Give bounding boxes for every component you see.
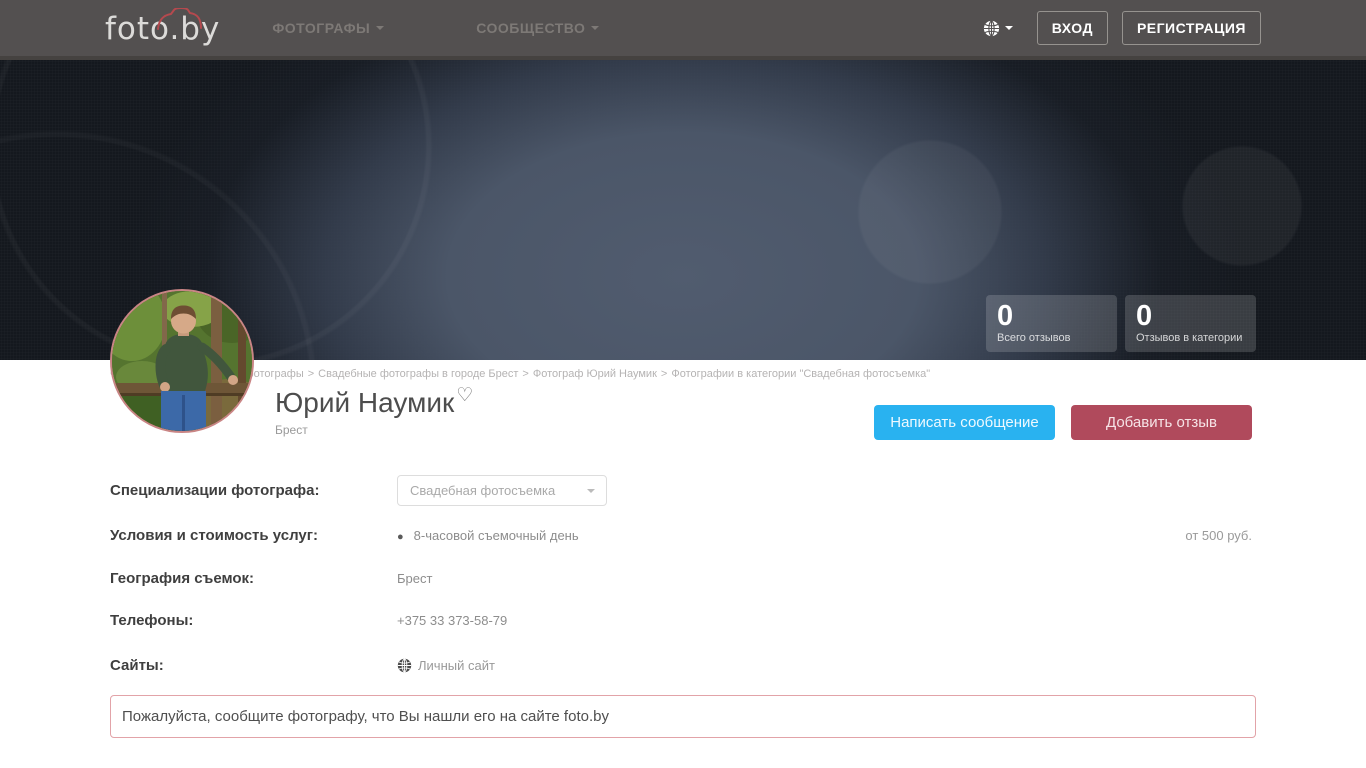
chevron-down-icon (591, 26, 599, 30)
profile-header: Юрий Наумик ♡ Брест Написать сообщение Д… (110, 387, 1256, 447)
menu-item-photographers[interactable]: ФОТОГРАФЫ (272, 20, 384, 36)
select-value: Свадебная фотосъемка (398, 476, 606, 505)
stat-label: Всего отзывов (997, 332, 1106, 344)
service-item: ● 8-часовой съемочный день (397, 527, 579, 546)
personal-site-link[interactable]: Личный сайт (397, 657, 495, 674)
login-button[interactable]: ВХОД (1037, 11, 1108, 45)
breadcrumb-item[interactable]: Фотограф Юрий Наумик (533, 368, 657, 380)
row-label: Сайты: (110, 657, 397, 675)
row-label: Телефоны: (110, 612, 397, 630)
chevron-down-icon (1005, 26, 1013, 30)
row-specializations: Специализации фотографа: Свадебная фотос… (110, 475, 1256, 506)
stat-value: 0 (997, 301, 1106, 331)
stat-total-reviews: 0 Всего отзывов (986, 295, 1117, 352)
row-label: География съемок: (110, 570, 397, 588)
main-content: Фотографы>Свадебные фотографы>Свадебные … (110, 360, 1256, 738)
service-price: от 500 руб. (1185, 527, 1256, 544)
profile-actions: Написать сообщение Добавить отзыв (874, 405, 1252, 440)
stat-label: Отзывов в категории (1136, 332, 1245, 344)
row-pricing: Условия и стоимость услуг: ● 8-часовой съ… (110, 527, 1256, 546)
camera-icon (157, 8, 203, 30)
service-name: 8-часовой съемочный день (414, 528, 579, 543)
breadcrumb-item[interactable]: Свадебные фотографы в городе Брест (318, 368, 518, 380)
chevron-down-icon (587, 489, 595, 493)
page-title: Юрий Наумик (275, 387, 454, 419)
geography-value: Брест (397, 570, 1256, 587)
avatar-photo (112, 291, 254, 433)
menu-item-community[interactable]: СООБЩЕСТВО (476, 20, 599, 36)
row-phones: Телефоны: +375 33 373-58-79 (110, 612, 1256, 630)
row-sites: Сайты: Личный сайт (110, 657, 1256, 677)
bullet-icon: ● (397, 531, 404, 543)
navbar-right: ВХОД РЕГИСТРАЦИЯ (983, 11, 1261, 45)
row-label: Условия и стоимость услуг: (110, 527, 397, 545)
favorite-heart-icon[interactable]: ♡ (456, 387, 473, 405)
breadcrumb-item-current: Фотографии в категории "Свадебная фотосъ… (671, 368, 930, 380)
specialization-select[interactable]: Свадебная фотосъемка (397, 475, 607, 506)
globe-icon (983, 20, 1000, 37)
stat-category-reviews: 0 Отзывов в категории (1125, 295, 1256, 352)
send-message-button[interactable]: Написать сообщение (874, 405, 1055, 440)
breadcrumb: Фотографы>Свадебные фотографы>Свадебные … (110, 368, 1256, 380)
globe-icon (397, 658, 412, 673)
breadcrumb-separator: > (522, 368, 528, 380)
breadcrumb-separator: > (661, 368, 667, 380)
row-label: Специализации фотографа: (110, 482, 397, 500)
row-geography: География съемок: Брест (110, 570, 1256, 588)
top-navbar: foto.by ФОТОГРАФЫ СООБЩЕСТВО (0, 0, 1366, 60)
breadcrumb-separator: > (308, 368, 314, 380)
add-review-button[interactable]: Добавить отзыв (1071, 405, 1252, 440)
phone-value: +375 33 373-58-79 (397, 612, 1256, 629)
main-menu: ФОТОГРАФЫ СООБЩЕСТВО (272, 20, 599, 36)
review-stats: 0 Всего отзывов 0 Отзывов в категории (986, 295, 1256, 352)
chevron-down-icon (376, 26, 384, 30)
notice-box: Пожалуйста, сообщите фотографу, что Вы н… (110, 695, 1256, 738)
profile-details: Специализации фотографа: Свадебная фотос… (110, 475, 1256, 677)
logo[interactable]: foto.by (105, 12, 220, 46)
site-link-label: Личный сайт (418, 657, 495, 674)
language-selector[interactable] (983, 20, 1013, 37)
menu-item-label: ФОТОГРАФЫ (272, 20, 370, 36)
avatar[interactable] (110, 289, 254, 433)
stat-value: 0 (1136, 301, 1245, 331)
menu-item-label: СООБЩЕСТВО (476, 20, 585, 36)
register-button[interactable]: РЕГИСТРАЦИЯ (1122, 11, 1261, 45)
page: foto.by ФОТОГРАФЫ СООБЩЕСТВО (0, 0, 1366, 768)
